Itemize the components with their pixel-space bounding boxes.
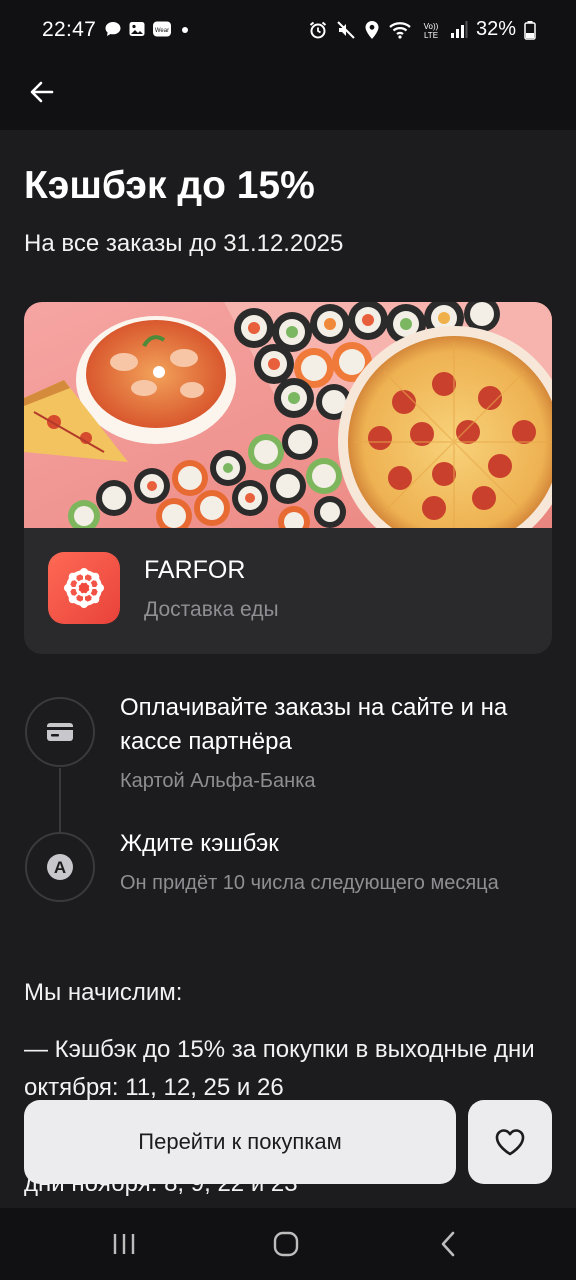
home-icon bbox=[273, 1231, 299, 1257]
favorite-button[interactable] bbox=[468, 1100, 552, 1184]
farfor-logo-icon bbox=[64, 568, 104, 608]
go-shopping-button[interactable]: Перейти к покупкам bbox=[24, 1100, 456, 1184]
home-button[interactable] bbox=[266, 1228, 306, 1260]
steps-connector bbox=[59, 768, 61, 832]
svg-text:A: A bbox=[54, 858, 66, 877]
partner-category: Доставка еды bbox=[144, 598, 279, 621]
step-2-title: Ждите кэшбэк bbox=[120, 830, 279, 857]
wear-icon: Wear bbox=[153, 21, 171, 37]
partner-name: FARFOR bbox=[144, 556, 246, 584]
battery-percent: 32% bbox=[475, 18, 516, 40]
system-nav-bar bbox=[0, 1208, 576, 1280]
nav-back-button[interactable] bbox=[428, 1228, 468, 1260]
status-time: 22:47 bbox=[42, 18, 97, 41]
volte-icon: Vo))LTE bbox=[424, 22, 439, 40]
food-banner-image bbox=[24, 302, 552, 528]
back-icon bbox=[441, 1231, 455, 1257]
back-button[interactable] bbox=[22, 72, 62, 112]
svg-text:Vo)): Vo)) bbox=[424, 22, 439, 31]
recents-button[interactable] bbox=[104, 1228, 144, 1260]
offer-subtitle: На все заказы до 31.12.2025 bbox=[24, 230, 344, 257]
signal-icon bbox=[450, 20, 468, 38]
step-2-description: Он придёт 10 числа следующего месяца bbox=[120, 872, 499, 894]
battery-icon bbox=[524, 20, 536, 40]
chat-bubble-icon bbox=[105, 22, 121, 36]
alfa-a-icon: A bbox=[47, 854, 73, 880]
app-bar bbox=[0, 64, 576, 130]
status-bar: 22:47 Wear Vo)) LTE 32% bbox=[0, 0, 576, 64]
gallery-icon bbox=[129, 22, 145, 36]
step-1-description: Картой Альфа-Банка bbox=[120, 770, 316, 792]
step-2-icon-circle: A bbox=[25, 832, 95, 902]
heart-icon bbox=[495, 1129, 525, 1156]
go-shopping-label: Перейти к покупкам bbox=[138, 1129, 342, 1154]
card-icon bbox=[47, 723, 73, 741]
system-icons: Vo)) LTE 32% bbox=[308, 18, 536, 41]
partner-logo bbox=[48, 552, 120, 624]
dot-icon bbox=[182, 27, 188, 33]
step-1-title: Оплачивайте заказы на сайте и на кассе п… bbox=[120, 694, 508, 755]
wifi-icon bbox=[389, 21, 411, 39]
svg-text:LTE: LTE bbox=[424, 31, 438, 40]
svg-text:Wear: Wear bbox=[155, 28, 169, 34]
tom-yum-bowl bbox=[76, 316, 236, 444]
page-title: Кэшбэк до 15% bbox=[24, 164, 315, 207]
notification-icons: Wear bbox=[104, 20, 192, 38]
alarm-icon bbox=[309, 21, 327, 38]
location-icon bbox=[365, 20, 379, 39]
mute-icon bbox=[337, 20, 355, 39]
partner-card[interactable]: FARFOR Доставка еды bbox=[24, 302, 552, 654]
details-intro: Мы начислим: bbox=[24, 979, 183, 1006]
step-1-icon-circle bbox=[25, 697, 95, 767]
arrow-left-icon bbox=[30, 81, 54, 103]
recents-icon bbox=[113, 1234, 135, 1254]
details-item-1: — Кэшбэк до 15% за покупки в выходные дн… bbox=[24, 1036, 535, 1101]
